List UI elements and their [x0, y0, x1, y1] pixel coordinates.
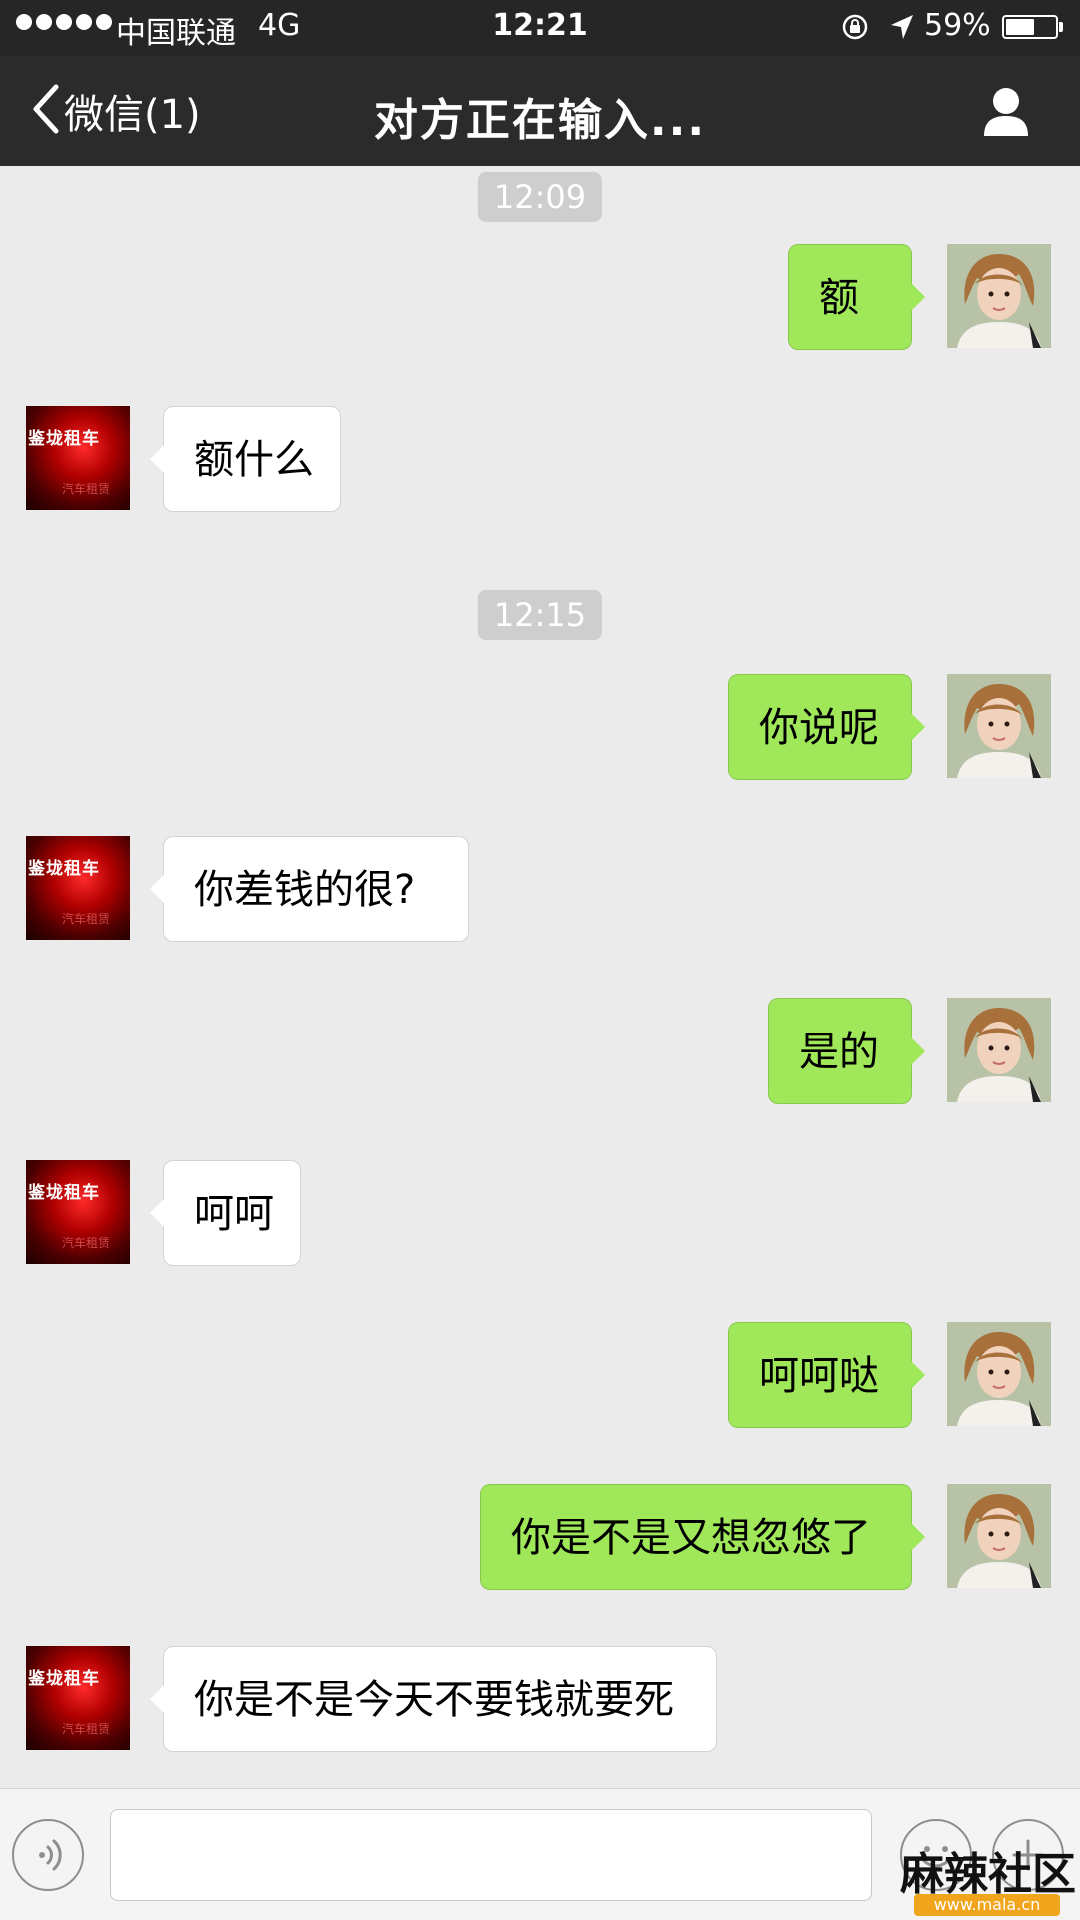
sent-message-bubble[interactable]: 额	[788, 244, 925, 350]
received-message-bubble[interactable]: 你是不是今天不要钱就要死	[150, 1646, 717, 1752]
chat-header: 微信(1) 对方正在输入...	[0, 56, 1080, 166]
battery-icon	[1002, 15, 1063, 39]
contact-avatar[interactable]: 鉴垅租车汽车租赁	[26, 1646, 130, 1750]
battery-percentage: 59%	[924, 8, 991, 43]
contact-avatar-sublabel: 汽车租赁	[62, 1722, 111, 1736]
timestamp-chip: 12:09	[477, 172, 603, 222]
location-arrow-icon	[888, 12, 916, 50]
contact-avatar[interactable]: 鉴垅租车汽车租赁	[26, 1160, 130, 1264]
sent-message-bubble[interactable]: 你是不是又想忽悠了	[480, 1484, 925, 1590]
contact-avatar-label: 鉴垅租车	[28, 429, 100, 449]
profile-photo	[947, 674, 1051, 778]
received-message-bubble[interactable]: 额什么	[150, 406, 341, 512]
sent-message-bubble[interactable]: 呵呵哒	[728, 1322, 925, 1428]
profile-photo	[947, 998, 1051, 1102]
received-message-bubble[interactable]: 你差钱的很?	[150, 836, 469, 942]
message-list[interactable]: 12:09 额鉴垅租车 汽车租赁 额什么 12:15 你说呢 鉴垅租车 汽车租赁 你差钱的很? 是…	[0, 166, 1080, 1788]
sent-message-bubble[interactable]: 是的	[768, 998, 925, 1104]
contact-avatar-sublabel: 汽车租赁	[62, 1236, 111, 1250]
message-input[interactable]	[110, 1809, 872, 1901]
status-time: 12:21	[492, 8, 588, 43]
contact-profile-button[interactable]	[978, 84, 1034, 140]
contact-avatar-label: 鉴垅租车	[28, 1183, 100, 1203]
site-watermark-logo: 麻辣社区 www.mala.cn	[900, 1838, 1076, 1918]
contact-avatar-label: 鉴垅租车	[28, 1669, 100, 1689]
contact-avatar-label: 鉴垅租车	[28, 859, 100, 879]
my-avatar[interactable]	[947, 998, 1051, 1102]
received-message-bubble[interactable]: 呵呵	[150, 1160, 301, 1266]
chat-title: 对方正在输入...	[373, 95, 707, 146]
my-avatar[interactable]	[947, 244, 1051, 348]
battery-level-fill	[1006, 19, 1035, 35]
person-icon	[978, 88, 1034, 144]
profile-photo	[947, 1322, 1051, 1426]
watermark-url: www.mala.cn	[914, 1894, 1060, 1916]
contact-avatar-sublabel: 汽车租赁	[62, 912, 111, 926]
watermark-text: 麻辣社区	[900, 1849, 1076, 1900]
profile-photo	[947, 244, 1051, 348]
my-avatar[interactable]	[947, 1322, 1051, 1426]
contact-avatar-sublabel: 汽车租赁	[62, 482, 111, 496]
status-bar: 中国联通 4G 12:21 59%	[0, 0, 1080, 56]
contact-avatar[interactable]: 鉴垅租车汽车租赁	[26, 836, 130, 940]
voice-input-button[interactable]	[12, 1819, 84, 1891]
timestamp-chip: 12:15	[477, 590, 603, 640]
voice-icon	[14, 1839, 82, 1893]
sent-message-bubble[interactable]: 你说呢	[728, 674, 925, 780]
rotation-lock-icon	[840, 12, 870, 50]
my-avatar[interactable]	[947, 674, 1051, 778]
profile-photo	[947, 1484, 1051, 1588]
contact-avatar[interactable]: 鉴垅租车汽车租赁	[26, 406, 130, 510]
my-avatar[interactable]	[947, 1484, 1051, 1588]
